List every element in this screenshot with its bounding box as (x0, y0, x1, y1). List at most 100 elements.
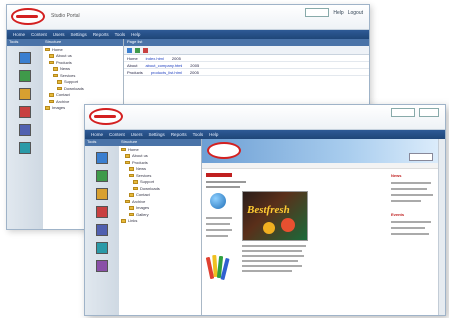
folder-icon (133, 186, 138, 190)
logout-link[interactable]: Logout (348, 10, 363, 16)
text-line (391, 227, 425, 229)
text-line (206, 223, 230, 225)
report-icon[interactable] (96, 242, 108, 254)
folder-icon (129, 193, 134, 197)
main-menu: Home Content Users Settings Reports Tool… (85, 130, 445, 139)
settings-icon[interactable] (96, 224, 108, 236)
menu-help[interactable]: Help (131, 32, 140, 37)
user-icon[interactable] (96, 206, 108, 218)
text-line (242, 265, 302, 267)
folder-icon (49, 60, 54, 64)
text-line (391, 221, 431, 223)
folder-icon (129, 167, 134, 171)
menu-users[interactable]: Users (53, 32, 65, 37)
tree-item[interactable]: Links (119, 218, 201, 225)
menu-settings[interactable]: Settings (71, 32, 87, 37)
site-preview: Bestfresh News Events (202, 139, 445, 315)
site-logo (207, 142, 241, 159)
image-icon[interactable] (19, 70, 31, 82)
icon-panel: Tools (7, 39, 44, 229)
folder-icon (129, 173, 134, 177)
product-image: Bestfresh (242, 191, 308, 241)
fruit-image (281, 218, 295, 232)
folder-icon (49, 54, 54, 58)
text-line (242, 270, 292, 272)
text-line (206, 181, 246, 183)
image-icon[interactable] (96, 170, 108, 182)
product-name: Bestfresh (247, 204, 290, 216)
text-line (242, 255, 304, 257)
menu-tools[interactable]: Tools (115, 32, 126, 37)
help-link[interactable]: Help (333, 10, 343, 16)
icon-panel-header: Tools (85, 139, 119, 146)
folder-icon[interactable] (96, 188, 108, 200)
folder-icon (121, 147, 126, 151)
folder-icon (125, 160, 130, 164)
folder-icon (129, 212, 134, 216)
brand-logo (89, 108, 123, 125)
menu-home[interactable]: Home (13, 32, 25, 37)
menu-tools[interactable]: Tools (193, 132, 204, 137)
stats-icon[interactable] (96, 260, 108, 272)
page-icon[interactable] (19, 52, 31, 64)
edit-icon[interactable] (135, 47, 140, 53)
user-icon[interactable] (19, 106, 31, 118)
screenshot-root: { "back_window": { "brand": "Studio Port… (0, 0, 449, 318)
workspace: Tools Structure Home About us Products N… (85, 139, 445, 315)
settings-icon[interactable] (19, 124, 31, 136)
sidebar-heading: News (391, 173, 402, 178)
text-line (206, 217, 232, 219)
text-line (391, 233, 429, 235)
folder-icon (49, 93, 54, 97)
fruit-image (263, 222, 275, 234)
icon-panel-header: Tools (7, 39, 43, 46)
folder-icon (53, 67, 58, 71)
admin-window-front: Home Content Users Settings Reports Tool… (84, 104, 446, 316)
menu-reports[interactable]: Reports (171, 132, 187, 137)
language-select[interactable] (419, 108, 439, 117)
menu-help[interactable]: Help (209, 132, 218, 137)
menu-home[interactable]: Home (91, 132, 103, 137)
folder-icon[interactable] (19, 88, 31, 100)
table-row[interactable]: Home index.html 2005 (124, 55, 369, 62)
folder-icon (133, 180, 138, 184)
folder-icon (49, 99, 54, 103)
page-icon[interactable] (96, 152, 108, 164)
text-line (391, 194, 433, 196)
site-search-input[interactable] (409, 153, 433, 161)
folder-icon (125, 154, 130, 158)
title-bar (85, 105, 445, 130)
table-row[interactable]: Products products_list.html 2005 (124, 69, 369, 76)
site-heading-bar (206, 173, 232, 177)
sidebar-heading: Events (391, 212, 405, 217)
top-links (391, 108, 439, 117)
folder-icon (45, 106, 50, 110)
menu-content[interactable]: Content (31, 32, 47, 37)
report-icon[interactable] (19, 142, 31, 154)
folder-icon (125, 199, 130, 203)
folder-icon (53, 73, 58, 77)
menu-reports[interactable]: Reports (93, 32, 109, 37)
site-sidebar: News Events (391, 173, 437, 235)
icon-panel: Tools (85, 139, 120, 315)
folder-icon (57, 80, 62, 84)
tree-header: Structure (43, 39, 123, 46)
menu-settings[interactable]: Settings (149, 132, 165, 137)
text-line (242, 250, 302, 252)
delete-icon[interactable] (143, 47, 148, 53)
text-line (391, 182, 431, 184)
text-line (242, 260, 298, 262)
search-input[interactable] (391, 108, 415, 117)
globe-icon (210, 193, 226, 209)
search-input[interactable] (305, 8, 330, 17)
menu-content[interactable]: Content (109, 132, 125, 137)
text-line (391, 200, 421, 202)
site-banner (202, 139, 445, 163)
table-row[interactable]: About about_company.html 2005 (124, 62, 369, 69)
menu-users[interactable]: Users (131, 132, 143, 137)
vertical-scrollbar[interactable] (438, 139, 445, 315)
tree-header: Structure (119, 139, 201, 146)
text-line (242, 245, 306, 247)
content-header: Page list (124, 39, 369, 46)
new-page-icon[interactable] (127, 47, 132, 53)
